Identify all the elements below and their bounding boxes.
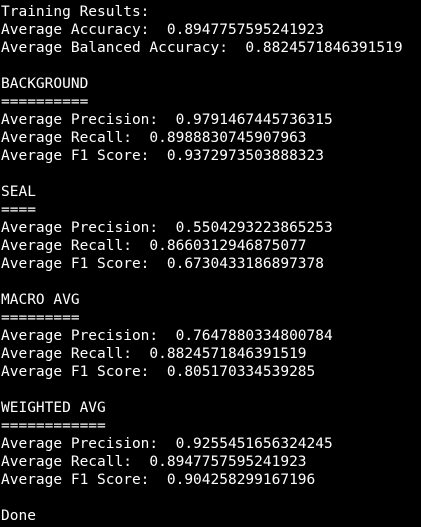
terminal-line: Average F1 Score: 0.805170334539285	[1, 364, 316, 380]
terminal-line: Average Recall: 0.8824571846391519	[1, 346, 307, 362]
terminal-line: ====	[1, 202, 36, 218]
terminal-line: Average Recall: 0.8947757595241923	[1, 454, 307, 470]
terminal-line: SEAL	[1, 184, 36, 200]
terminal-line: Average Precision: 0.5504293223865253	[1, 220, 333, 236]
terminal-line: Average Recall: 0.8660312946875077	[1, 238, 307, 254]
terminal-line: Average F1 Score: 0.904258299167196	[1, 472, 316, 488]
terminal-line: ============	[1, 418, 106, 434]
terminal-line: Average Balanced Accuracy: 0.88245718463…	[1, 40, 403, 56]
terminal-line: Training Results:	[1, 4, 150, 20]
terminal-line: BACKGROUND	[1, 76, 89, 92]
terminal-line: Average F1 Score: 0.6730433186897378	[1, 256, 325, 272]
terminal-line: Average Precision: 0.9791467445736315	[1, 112, 333, 128]
terminal-line: Average Precision: 0.9255451656324245	[1, 436, 333, 452]
terminal-line: ==========	[1, 94, 89, 110]
terminal-line: MACRO AVG	[1, 292, 80, 308]
terminal-line: Average F1 Score: 0.9372973503888323	[1, 148, 325, 164]
terminal-line: Average Precision: 0.7647880334800784	[1, 328, 333, 344]
terminal-line: Done	[1, 508, 36, 524]
terminal-line: WEIGHTED AVG	[1, 400, 106, 416]
terminal-line: Average Recall: 0.8988830745907963	[1, 130, 307, 146]
terminal-line: Average Accuracy: 0.8947757595241923	[1, 22, 325, 38]
terminal-output[interactable]: Training Results: Average Accuracy: 0.89…	[0, 0, 421, 527]
terminal-line: =========	[1, 310, 80, 326]
